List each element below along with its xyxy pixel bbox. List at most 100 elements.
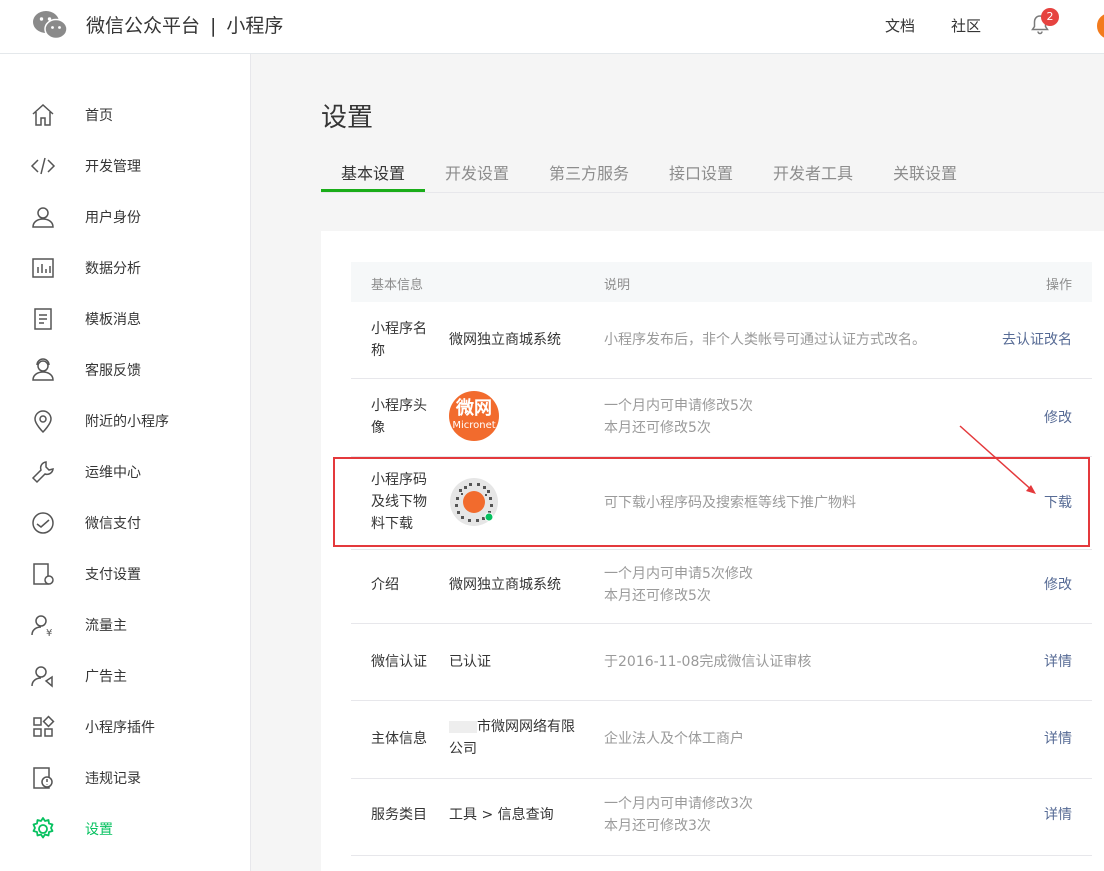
brand-separator: | (210, 15, 217, 37)
sidebar-item-home[interactable]: 首页 (0, 89, 250, 140)
category-details-link[interactable]: 详情 (1044, 804, 1072, 824)
page-title: 设置 (321, 103, 374, 133)
row-label: 小程序头像 (371, 398, 427, 436)
docs-link[interactable]: 文档 (885, 15, 915, 36)
sidebar-item-settings[interactable]: 设置 (0, 803, 250, 854)
row-desc: 本月还可修改5次 (604, 420, 711, 436)
sidebar-item-plugins[interactable]: 小程序插件 (0, 701, 250, 752)
table-row: 小程序头像 微网 Micronet 一个月内可申请修改5次 本月还可修改5次 修… (351, 379, 1092, 457)
row-desc: 于2016-11-08完成微信认证审核 (604, 654, 812, 670)
tab-dev-settings[interactable]: 开发设置 (445, 160, 509, 184)
miniprogram-avatar: 微网 Micronet (449, 391, 499, 441)
table-row: 小程序名称 微网独立商城系统 小程序发布后，非个人类帐号可通过认证方式改名。 去… (351, 302, 1092, 379)
certification-details-link[interactable]: 详情 (1044, 651, 1072, 671)
sidebar-item-template-message[interactable]: 模板消息 (0, 293, 250, 344)
download-link[interactable]: 下载 (1044, 492, 1072, 512)
service-icon (32, 358, 54, 381)
location-icon (34, 410, 52, 434)
basic-info-panel: 基本信息 说明 操作 小程序名称 微网独立商城系统 小程序发布后，非个人类帐号可… (321, 231, 1104, 871)
sidebar-item-customer-service[interactable]: 客服反馈 (0, 344, 250, 395)
home-icon (32, 103, 54, 126)
sidebar-item-violations[interactable]: 违规记录 (0, 752, 250, 803)
sidebar-item-label: 支付设置 (85, 567, 141, 583)
platform-title[interactable]: 微信公众平台 | 小程序 (86, 11, 283, 38)
entity-details-link[interactable]: 详情 (1044, 728, 1072, 748)
pay-icon (32, 512, 54, 534)
row-value: 微网独立商城系统 (449, 332, 561, 348)
pay-settings-icon (33, 563, 54, 585)
sidebar-item-wechat-pay[interactable]: 微信支付 (0, 497, 250, 548)
row-label: 服务类目 (371, 807, 427, 823)
notification-badge: 2 (1041, 8, 1059, 26)
edit-avatar-link[interactable]: 修改 (1044, 407, 1072, 427)
settings-tabs: 基本设置 开发设置 第三方服务 接口设置 开发者工具 关联设置 (321, 152, 1104, 193)
row-label: 微信认证 (371, 654, 427, 670)
table-row: 介绍 微网独立商城系统 一个月内可申请5次修改 本月还可修改5次 修改 (351, 550, 1092, 624)
tab-dev-tools[interactable]: 开发者工具 (773, 160, 853, 184)
row-value: 工具 > 信息查询 (449, 807, 554, 823)
tab-linked-settings[interactable]: 关联设置 (893, 160, 957, 184)
row-desc: 可下载小程序码及搜索框等线下推广物料 (604, 495, 856, 511)
row-value: 已认证 (449, 654, 491, 670)
edit-intro-link[interactable]: 修改 (1044, 574, 1072, 594)
table-row: 微信认证 已认证 于2016-11-08完成微信认证审核 详情 (351, 624, 1092, 701)
gear-icon (32, 817, 54, 839)
row-desc: 企业法人及个体工商户 (604, 731, 744, 747)
user-icon (32, 207, 54, 228)
row-desc: 一个月内可申请修改3次 (604, 796, 753, 812)
sidebar-item-label: 用户身份 (85, 210, 141, 226)
row-value: 市微网网络有限公司 (449, 716, 581, 760)
top-bar: 微信公众平台 | 小程序 文档 社区 2 (0, 0, 1104, 54)
row-label: 主体信息 (371, 731, 427, 747)
verify-rename-link[interactable]: 去认证改名 (1002, 329, 1072, 349)
brand-name: 微信公众平台 (86, 15, 201, 37)
sidebar-item-label: 违规记录 (85, 771, 141, 787)
table-row: 服务类目 工具 > 信息查询 一个月内可申请修改3次 本月还可修改3次 详情 (351, 779, 1092, 856)
sidebar-item-label: 数据分析 (85, 261, 141, 277)
sidebar-item-traffic-owner[interactable]: ¥ 流量主 (0, 599, 250, 650)
tab-basic-settings[interactable]: 基本设置 (341, 160, 405, 184)
sidebar-item-pay-settings[interactable]: 支付设置 (0, 548, 250, 599)
header-info: 基本信息 (371, 278, 424, 293)
sidebar-item-ops-center[interactable]: 运维中心 (0, 446, 250, 497)
row-value: 微网独立商城系统 (449, 577, 561, 593)
tab-third-party[interactable]: 第三方服务 (549, 160, 629, 184)
sidebar-item-advertiser[interactable]: 广告主 (0, 650, 250, 701)
row-label: 小程序名称 (371, 321, 427, 359)
sidebar-item-label: 设置 (85, 822, 113, 838)
document-icon (34, 308, 52, 330)
sidebar-item-label: 流量主 (85, 618, 127, 634)
row-desc: 一个月内可申请修改5次 (604, 398, 753, 414)
row-desc: 本月还可修改5次 (604, 588, 711, 604)
sidebar-item-dev-management[interactable]: 开发管理 (0, 140, 250, 191)
sidebar-item-label: 开发管理 (85, 159, 141, 175)
row-desc: 本月还可修改3次 (604, 818, 711, 834)
sidebar-item-label: 模板消息 (85, 312, 141, 328)
header-op: 操作 (1045, 278, 1072, 293)
product-name: 小程序 (226, 15, 284, 37)
plugin-icon (33, 715, 55, 737)
sidebar-item-data-analysis[interactable]: 数据分析 (0, 242, 250, 293)
code-icon (30, 157, 56, 175)
avatar-subtext: Micronet (452, 420, 496, 431)
svg-text:¥: ¥ (46, 628, 52, 638)
sidebar-item-label: 首页 (85, 108, 113, 124)
advertiser-icon (31, 666, 53, 688)
row-desc: 一个月内可申请5次修改 (604, 566, 753, 582)
sidebar-item-label: 小程序插件 (85, 720, 155, 736)
sidebar-item-nearby[interactable]: 附近的小程序 (0, 395, 250, 446)
community-link[interactable]: 社区 (951, 15, 981, 36)
user-avatar[interactable] (1096, 12, 1104, 40)
header-desc: 说明 (604, 278, 631, 293)
sidebar-item-label: 客服反馈 (85, 363, 141, 379)
chart-icon (32, 258, 54, 278)
avatar-text: 微网 (456, 398, 492, 419)
table-header: 基本信息 说明 操作 (351, 262, 1092, 302)
traffic-owner-icon: ¥ (31, 615, 52, 638)
tab-api-settings[interactable]: 接口设置 (669, 160, 733, 184)
sidebar-item-user-identity[interactable]: 用户身份 (0, 191, 250, 242)
blurred-prefix (449, 721, 477, 733)
active-tab-indicator (321, 189, 425, 192)
sidebar-item-label: 广告主 (85, 669, 127, 685)
wechat-logo-icon (33, 11, 68, 40)
